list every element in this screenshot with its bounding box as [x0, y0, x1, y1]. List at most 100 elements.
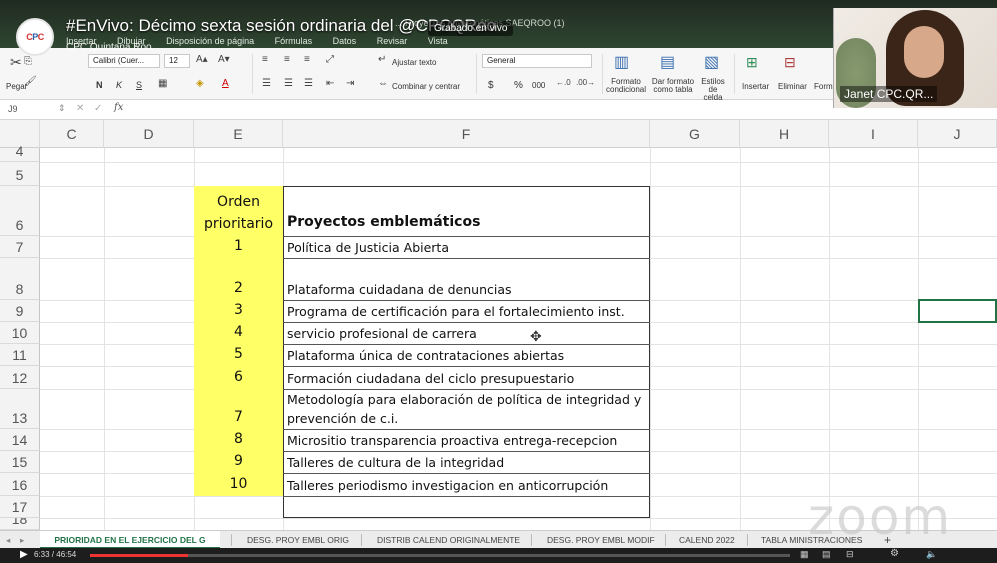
format-table-icon[interactable]: ▤ [660, 52, 675, 72]
font-color-icon[interactable]: A [222, 78, 229, 89]
function-icon[interactable]: fx [114, 102, 123, 113]
bold-button[interactable]: N [96, 80, 103, 90]
ribbon-tab-revisar[interactable]: Revisar [377, 36, 408, 46]
sheet-tab-desg-orig[interactable]: DESG. PROY EMBL ORIG [247, 531, 349, 549]
order-header-line2[interactable]: prioritario [194, 216, 283, 232]
order-number[interactable]: 9 [194, 453, 283, 469]
row-header-4[interactable]: 4 [0, 143, 40, 162]
thousands-button[interactable]: 000 [532, 81, 545, 90]
font-size-select[interactable]: 12 [164, 54, 190, 68]
tab-scroll-right-icon[interactable]: ▸ [20, 531, 24, 549]
view-zoom-icon[interactable]: ⊟ [846, 549, 854, 560]
sheet-tab-distrib-calend[interactable]: DISTRIB CALEND ORIGINALMENTE [377, 531, 520, 549]
order-header-line1[interactable]: Orden [194, 194, 283, 210]
copy-icon[interactable]: ⎘ [24, 56, 32, 67]
volume-icon[interactable]: 🔈 [926, 549, 937, 560]
name-box-stepper-icon[interactable]: ⇕ [58, 103, 66, 114]
row-header-13[interactable]: 13 [0, 389, 40, 429]
insert-button[interactable]: Insertar [742, 82, 769, 91]
order-number[interactable]: 7 [194, 409, 283, 425]
decrease-decimal-icon[interactable]: .00→ [576, 78, 595, 87]
percent-button[interactable]: % [514, 80, 523, 91]
channel-logo[interactable]: CPC [16, 18, 54, 56]
align-top-icon[interactable]: ≡ [262, 54, 268, 65]
row-header-14[interactable]: 14 [0, 429, 40, 451]
name-box[interactable]: J9 [8, 104, 18, 114]
scissors-icon[interactable]: ✂ [10, 54, 22, 71]
row-header-17[interactable]: 17 [0, 496, 40, 518]
row-header-8[interactable]: 8 [0, 258, 40, 300]
merge-center-button[interactable]: Combinar y centrar [392, 82, 460, 91]
ribbon-tab-datos[interactable]: Datos [333, 36, 357, 46]
delete-button[interactable]: Eliminar [778, 82, 807, 91]
paste-label[interactable]: Pegar [6, 82, 27, 91]
underline-button[interactable]: S [136, 80, 142, 90]
order-number[interactable]: 5 [194, 346, 283, 362]
order-number[interactable]: 1 [194, 238, 283, 254]
number-format-select[interactable]: General [482, 54, 592, 68]
spreadsheet-grid[interactable]: C D E F G H I J 4 5 6 7 8 9 10 11 12 13 … [0, 120, 997, 530]
cell-styles-icon[interactable]: ▧ [704, 52, 719, 72]
align-middle-icon[interactable]: ≡ [284, 54, 290, 65]
conditional-format-button[interactable]: Formato condicional [606, 78, 646, 94]
border-icon[interactable]: ▦ [158, 78, 167, 89]
insert-cells-icon[interactable]: ⊞ [746, 54, 758, 71]
row-header-11[interactable]: 11 [0, 344, 40, 366]
cancel-icon[interactable]: ✕ [76, 103, 84, 114]
italic-button[interactable]: K [116, 80, 122, 90]
grow-font-icon[interactable]: A▴ [196, 54, 208, 65]
sheet-tab-calend-2022[interactable]: CALEND 2022 [679, 531, 735, 549]
align-center-icon[interactable]: ☰ [284, 78, 293, 89]
ribbon-tab-disposicion[interactable]: Disposición de página [166, 36, 254, 46]
increase-decimal-icon[interactable]: ←.0 [556, 78, 571, 87]
sheet-tab-desg-modif[interactable]: DESG. PROY EMBL MODIF [547, 531, 655, 549]
play-icon[interactable]: ▶ [20, 549, 28, 560]
column-header-i[interactable]: I [829, 120, 918, 148]
confirm-icon[interactable]: ✓ [94, 103, 102, 114]
order-number[interactable]: 6 [194, 369, 283, 385]
sheet-tab-prioridad[interactable]: PRIORIDAD EN EL EJERCICIO DEL G [40, 531, 220, 549]
row-header-10[interactable]: 10 [0, 322, 40, 344]
order-number[interactable]: 4 [194, 324, 283, 340]
delete-cells-icon[interactable]: ⊟ [784, 54, 796, 71]
row-header-9[interactable]: 9 [0, 300, 40, 322]
row-header-16[interactable]: 16 [0, 473, 40, 496]
format-table-button[interactable]: Dar formato como tabla [650, 78, 696, 94]
column-header-g[interactable]: G [650, 120, 740, 148]
channel-name[interactable]: CPC Quintana Roo [66, 42, 152, 53]
column-header-c[interactable]: C [40, 120, 104, 148]
currency-button[interactable]: $ [488, 80, 494, 91]
conditional-format-icon[interactable]: ▥ [614, 52, 629, 72]
font-name-select[interactable]: Calibri (Cuer... [88, 54, 160, 68]
video-progress-bar[interactable] [90, 554, 790, 557]
align-bottom-icon[interactable]: ≡ [304, 54, 310, 65]
settings-gear-icon[interactable]: ⚙ [890, 548, 899, 559]
row-header-6[interactable]: 6 [0, 186, 40, 236]
cell-styles-button[interactable]: Estilos de celda [698, 78, 728, 102]
wrap-text-button[interactable]: Ajustar texto [392, 58, 436, 67]
merge-icon[interactable]: ⇔ [378, 78, 388, 89]
ribbon-tab-formulas[interactable]: Fórmulas [275, 36, 313, 46]
column-header-d[interactable]: D [104, 120, 194, 148]
outdent-icon[interactable]: ⇥ [346, 78, 354, 89]
column-header-j[interactable]: J [918, 120, 997, 148]
view-gallery-icon[interactable]: ▦ [800, 549, 809, 560]
order-number[interactable]: 3 [194, 302, 283, 318]
row-header-18[interactable]: 18 [0, 518, 40, 530]
row-header-12[interactable]: 12 [0, 366, 40, 389]
tab-scroll-left-icon[interactable]: ◂ [6, 531, 10, 549]
order-number[interactable]: 8 [194, 431, 283, 447]
wrap-text-icon[interactable]: ↵ [378, 54, 386, 65]
order-number[interactable]: 2 [194, 280, 283, 296]
order-number[interactable]: 10 [194, 476, 283, 492]
ribbon-tab-vista[interactable]: Vista [428, 36, 448, 46]
align-left-icon[interactable]: ☰ [262, 78, 271, 89]
shrink-font-icon[interactable]: A▾ [218, 54, 230, 65]
indent-icon[interactable]: ⇤ [326, 78, 334, 89]
row-header-15[interactable]: 15 [0, 451, 40, 473]
selected-cell-j9[interactable] [918, 299, 997, 323]
view-page-icon[interactable]: ▤ [822, 549, 831, 560]
fill-color-icon[interactable]: ◈ [196, 78, 204, 89]
orientation-icon[interactable]: ⤢ [326, 54, 334, 65]
column-header-e[interactable]: E [194, 120, 283, 148]
